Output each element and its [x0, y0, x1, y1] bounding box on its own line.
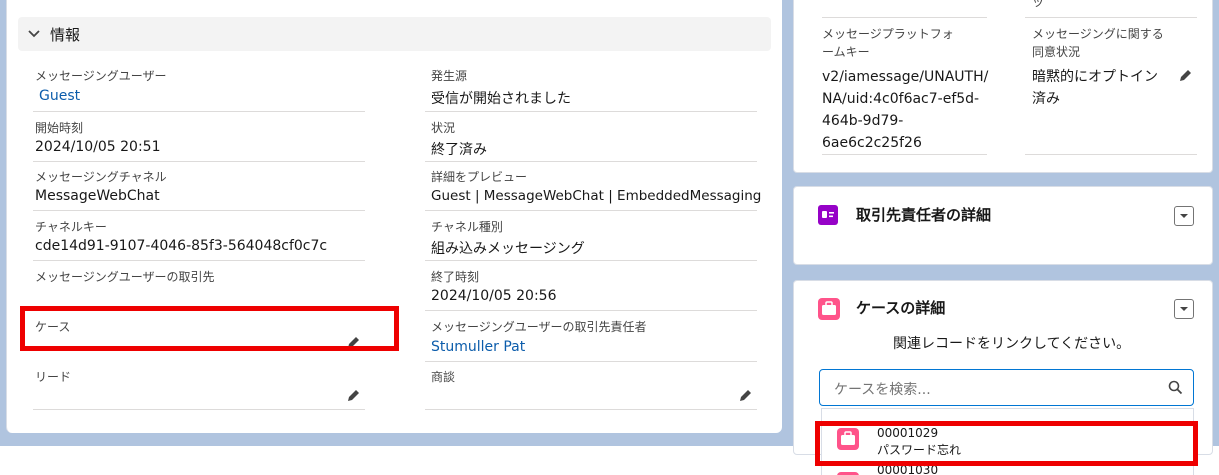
messaging-user-label: メッセージングユーザー: [35, 69, 167, 83]
field-divider: [425, 260, 757, 261]
origin-value: 受信が開始されました: [431, 91, 571, 107]
messaging-user-contact-label: メッセージングユーザーの取引先責任者: [431, 320, 647, 334]
messaging-channel-label: メッセージングチャネル: [35, 170, 167, 184]
end-time-value: 2024/10/05 20:56: [431, 288, 557, 304]
platform-key-value-line1: v2/iamessage/UNAUTH/: [822, 69, 989, 85]
case-field-highlight: [20, 306, 399, 351]
case-card-message: 関連レコードをリンクしてください。: [893, 336, 1131, 352]
field-divider: [33, 260, 365, 261]
opportunity-label: 商談: [431, 370, 456, 384]
case-result-item[interactable]: 00001030: [822, 466, 1193, 475]
platform-key-label-line1: メッセージプラットフォ: [822, 27, 954, 41]
lead-label: リード: [35, 370, 72, 384]
edit-lead-pencil-icon[interactable]: [347, 388, 361, 402]
case-result-number: 00001030: [877, 466, 939, 475]
edit-opportunity-pencil-icon[interactable]: [739, 388, 753, 402]
field-divider: [822, 17, 987, 18]
consent-label-line1: メッセージングに関する: [1032, 27, 1164, 41]
chevron-down-icon[interactable]: [27, 27, 41, 41]
field-divider: [33, 161, 365, 162]
case-card-title: ケースの詳細: [856, 299, 946, 317]
consent-value-line1: 暗黙的にオプトイン: [1032, 69, 1158, 85]
field-divider: [1025, 17, 1197, 18]
messaging-user-contact-link[interactable]: Stumuller Pat: [431, 339, 525, 355]
preview-details-label: 詳細をプレビュー: [431, 170, 528, 184]
contact-details-card: [793, 186, 1213, 265]
messaging-channel-value: MessageWebChat: [35, 188, 160, 204]
start-time-label: 開始時刻: [35, 121, 84, 135]
messaging-user-link[interactable]: Guest: [39, 88, 80, 104]
platform-key-value-line3: 464b-9d79-: [822, 113, 904, 129]
channel-key-label: チャネルキー: [35, 220, 107, 234]
channel-type-value: 組み込みメッセージング: [431, 241, 585, 257]
consent-value-line2: 済み: [1032, 91, 1060, 107]
field-divider: [425, 111, 757, 112]
case-search-input[interactable]: ケースを検索...: [819, 369, 1194, 406]
messaging-user-account-label: メッセージングユーザーの取引先: [35, 270, 215, 284]
field-divider: [33, 111, 365, 112]
platform-key-label-line2: ームキー: [822, 45, 870, 59]
field-divider: [425, 409, 757, 410]
chevron-down-icon: [1180, 307, 1188, 311]
case-card-menu-button[interactable]: [1174, 299, 1194, 319]
origin-label: 発生源: [431, 69, 468, 83]
contact-card-menu-button[interactable]: [1174, 206, 1194, 226]
channel-key-value: cde14d91-9107-4046-85f3-564048cf0c7c: [35, 238, 328, 254]
start-time-value: 2024/10/05 20:51: [35, 139, 161, 155]
consent-label-line2: 同意状況: [1032, 45, 1081, 59]
record-detail-card: [6, 0, 782, 433]
info-section-header[interactable]: [18, 17, 771, 51]
edit-consent-pencil-icon[interactable]: [1179, 68, 1193, 82]
field-divider: [1025, 154, 1197, 155]
platform-key-value-line4: 6ae6c2c25f26: [822, 135, 922, 151]
field-divider: [33, 409, 365, 410]
case-search-placeholder: ケースを検索...: [834, 382, 931, 398]
chevron-down-icon: [1180, 214, 1188, 218]
contact-card-title: 取引先責任者の詳細: [856, 206, 992, 224]
preview-details-value: Guest | MessageWebChat | EmbeddedMessagi…: [431, 188, 762, 204]
field-divider: [822, 154, 987, 155]
field-divider: [425, 161, 757, 162]
channel-type-label: チャネル種別: [431, 220, 503, 234]
search-icon[interactable]: [1168, 380, 1183, 395]
field-divider: [425, 361, 757, 362]
field-divider: [425, 210, 757, 211]
contact-card-icon: [818, 205, 838, 225]
end-time-label: 終了時刻: [431, 270, 480, 284]
case-result-highlight: [815, 421, 1198, 466]
partial-text: ッ: [1032, 0, 1045, 9]
status-label: 状況: [431, 121, 456, 135]
platform-key-value-line2: NA/uid:4c0f6ac7-ef5d-: [822, 91, 980, 107]
status-value: 終了済み: [431, 142, 487, 158]
info-section-title: 情報: [50, 26, 81, 44]
field-divider: [33, 210, 365, 211]
field-divider: [425, 310, 757, 311]
case-card-icon: [818, 298, 840, 320]
